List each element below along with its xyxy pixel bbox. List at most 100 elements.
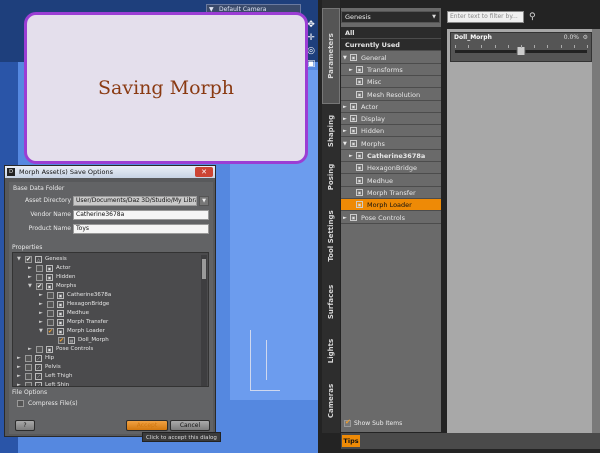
filter-input[interactable]: Enter text to filter by...: [447, 11, 524, 23]
tab-cameras[interactable]: Cameras: [322, 375, 340, 427]
category-transforms[interactable]: ► ▣ Transforms: [341, 64, 441, 76]
category-pose-controls[interactable]: ► ▣ Pose Controls: [341, 212, 441, 224]
category-misc[interactable]: ▣ Misc: [341, 76, 441, 89]
category-morph-loader[interactable]: ▣ Morph Loader: [341, 199, 441, 212]
tree-row[interactable]: ► ▣ Catherine3678a: [15, 291, 200, 300]
sliders-scrollbar[interactable]: [592, 29, 600, 433]
properties-tree[interactable]: ▼△Genesis►▣Actor►▣Hidden▼▣Morphs►▣Cather…: [12, 252, 209, 387]
node-select[interactable]: Genesis ▼: [341, 11, 440, 23]
tree-row[interactable]: ► ▣ Actor: [15, 264, 200, 273]
tab-tool-settings[interactable]: Tool Settings: [322, 200, 340, 272]
tree-scrollbar[interactable]: [201, 255, 207, 386]
tree-row[interactable]: ► ⟋ Pelvis: [15, 363, 200, 372]
tree-checkbox[interactable]: [36, 265, 43, 272]
tree-checkbox[interactable]: [58, 336, 65, 345]
chevron-down-icon[interactable]: ▼: [199, 196, 209, 206]
show-sub-items-checkbox[interactable]: [344, 418, 351, 427]
tree-row[interactable]: ► ▣ Morph Transfer: [15, 318, 200, 327]
tree-checkbox[interactable]: [25, 382, 32, 386]
tree-checkbox[interactable]: [25, 364, 32, 371]
category-display[interactable]: ► ▣ Display: [341, 113, 441, 126]
dialog-titlebar[interactable]: D Morph Asset(s) Save Options ✕: [5, 166, 215, 178]
tab-lights[interactable]: Lights: [322, 330, 340, 372]
accept-button[interactable]: Accept: [126, 420, 168, 431]
expand-arrow-icon[interactable]: ►: [28, 345, 34, 354]
tree-row[interactable]: ► ⟋ Left Shin: [15, 381, 200, 386]
category-morph-transfer[interactable]: ▣ Morph Transfer: [341, 187, 441, 199]
expand-arrow-icon[interactable]: ►: [349, 150, 353, 162]
category-morphs[interactable]: ▼ ▣ Morphs: [341, 138, 441, 150]
collapse-arrow-icon[interactable]: ▼: [39, 327, 45, 336]
search-icon[interactable]: ⚲: [529, 11, 541, 23]
tree-row[interactable]: ► ▣ HexagonBridge: [15, 300, 200, 309]
tree-row[interactable]: ▼ ▣Morphs: [15, 282, 200, 291]
collapse-arrow-icon[interactable]: ▼: [28, 282, 34, 291]
category-actor[interactable]: ► ▣ Actor: [341, 101, 441, 113]
show-sub-items-toggle[interactable]: Show Sub Items: [344, 418, 402, 427]
tree-row[interactable]: ► ⟋ Hip: [15, 354, 200, 363]
tree-checkbox[interactable]: [36, 282, 43, 291]
category-medhue[interactable]: ▣ Medhue: [341, 175, 441, 187]
category-catherine3678a[interactable]: ► ▣ Catherine3678a: [341, 150, 441, 162]
tab-parameters[interactable]: Parameters: [322, 8, 340, 104]
asset-directory-select[interactable]: User/Documents/Daz 3D/Studio/My Library: [73, 196, 197, 206]
tree-row[interactable]: ► ⟋ Left Thigh: [15, 372, 200, 381]
category-all[interactable]: All: [341, 27, 441, 39]
tree-row[interactable]: ► ▣ Pose Controls: [15, 345, 200, 354]
expand-arrow-icon[interactable]: ►: [17, 381, 23, 386]
expand-arrow-icon[interactable]: ►: [39, 309, 45, 318]
tree-checkbox[interactable]: [47, 327, 54, 336]
category-currently-used[interactable]: Currently Used: [341, 39, 441, 52]
collapse-arrow-icon[interactable]: ▼: [343, 138, 347, 150]
compress-checkbox[interactable]: [17, 400, 24, 407]
category-label: Catherine3678a: [367, 152, 426, 160]
tree-checkbox[interactable]: [36, 274, 43, 281]
product-name-field[interactable]: Toys: [73, 224, 209, 234]
tree-row[interactable]: ▼ △Genesis: [15, 255, 200, 264]
tree-checkbox[interactable]: [47, 292, 54, 299]
tree-checkbox[interactable]: [36, 346, 43, 353]
expand-arrow-icon[interactable]: ►: [17, 372, 23, 381]
tree-checkbox[interactable]: [47, 301, 54, 308]
gear-icon[interactable]: ⚙: [583, 34, 588, 41]
expand-arrow-icon[interactable]: ►: [39, 291, 45, 300]
tree-checkbox[interactable]: [25, 255, 32, 264]
tree-row[interactable]: ▼ ▣Morph Loader: [15, 327, 200, 336]
expand-arrow-icon[interactable]: ►: [17, 363, 23, 372]
tab-label: Parameters: [327, 33, 335, 79]
doll-morph-slider[interactable]: Doll_Morph 0.0% ⚙: [450, 32, 592, 62]
tree-checkbox[interactable]: [47, 319, 54, 326]
expand-arrow-icon[interactable]: ►: [343, 212, 347, 224]
tree-checkbox[interactable]: [47, 310, 54, 317]
expand-arrow-icon[interactable]: ►: [343, 101, 347, 113]
expand-arrow-icon[interactable]: ►: [17, 354, 23, 363]
tree-row[interactable]: ▤Doll_Morph: [15, 336, 200, 345]
tree-checkbox[interactable]: [25, 373, 32, 380]
tab-shaping[interactable]: Shaping: [322, 107, 340, 154]
tips-tab[interactable]: Tips: [342, 435, 360, 447]
vendor-name-field[interactable]: Catherine3678a: [73, 210, 209, 220]
compress-label: Compress File(s): [28, 400, 78, 407]
expand-arrow-icon[interactable]: ►: [343, 113, 347, 125]
category-mesh-resolution[interactable]: ▣ Mesh Resolution: [341, 89, 441, 101]
tab-surfaces[interactable]: Surfaces: [322, 277, 340, 327]
expand-arrow-icon[interactable]: ►: [39, 300, 45, 309]
collapse-arrow-icon[interactable]: ▼: [343, 52, 347, 64]
expand-arrow-icon[interactable]: ►: [349, 64, 353, 76]
expand-arrow-icon[interactable]: ►: [28, 273, 34, 282]
category-general[interactable]: ▼ ▣ General: [341, 52, 441, 64]
tree-row[interactable]: ► ▣ Medhue: [15, 309, 200, 318]
category-hidden[interactable]: ► ▣ Hidden: [341, 125, 441, 138]
collapse-arrow-icon[interactable]: ▼: [17, 255, 23, 264]
expand-arrow-icon[interactable]: ►: [343, 125, 347, 137]
tree-row[interactable]: ► ▣ Hidden: [15, 273, 200, 282]
category-hexagonbridge[interactable]: ▣ HexagonBridge: [341, 162, 441, 175]
cancel-button[interactable]: Cancel: [170, 420, 210, 431]
expand-arrow-icon[interactable]: ►: [39, 318, 45, 327]
close-icon[interactable]: ✕: [195, 167, 213, 177]
tree-checkbox[interactable]: [25, 355, 32, 362]
tab-posing[interactable]: Posing: [322, 157, 340, 197]
scrollbar-thumb[interactable]: [202, 259, 206, 279]
help-button[interactable]: ?: [15, 420, 35, 431]
expand-arrow-icon[interactable]: ►: [28, 264, 34, 273]
